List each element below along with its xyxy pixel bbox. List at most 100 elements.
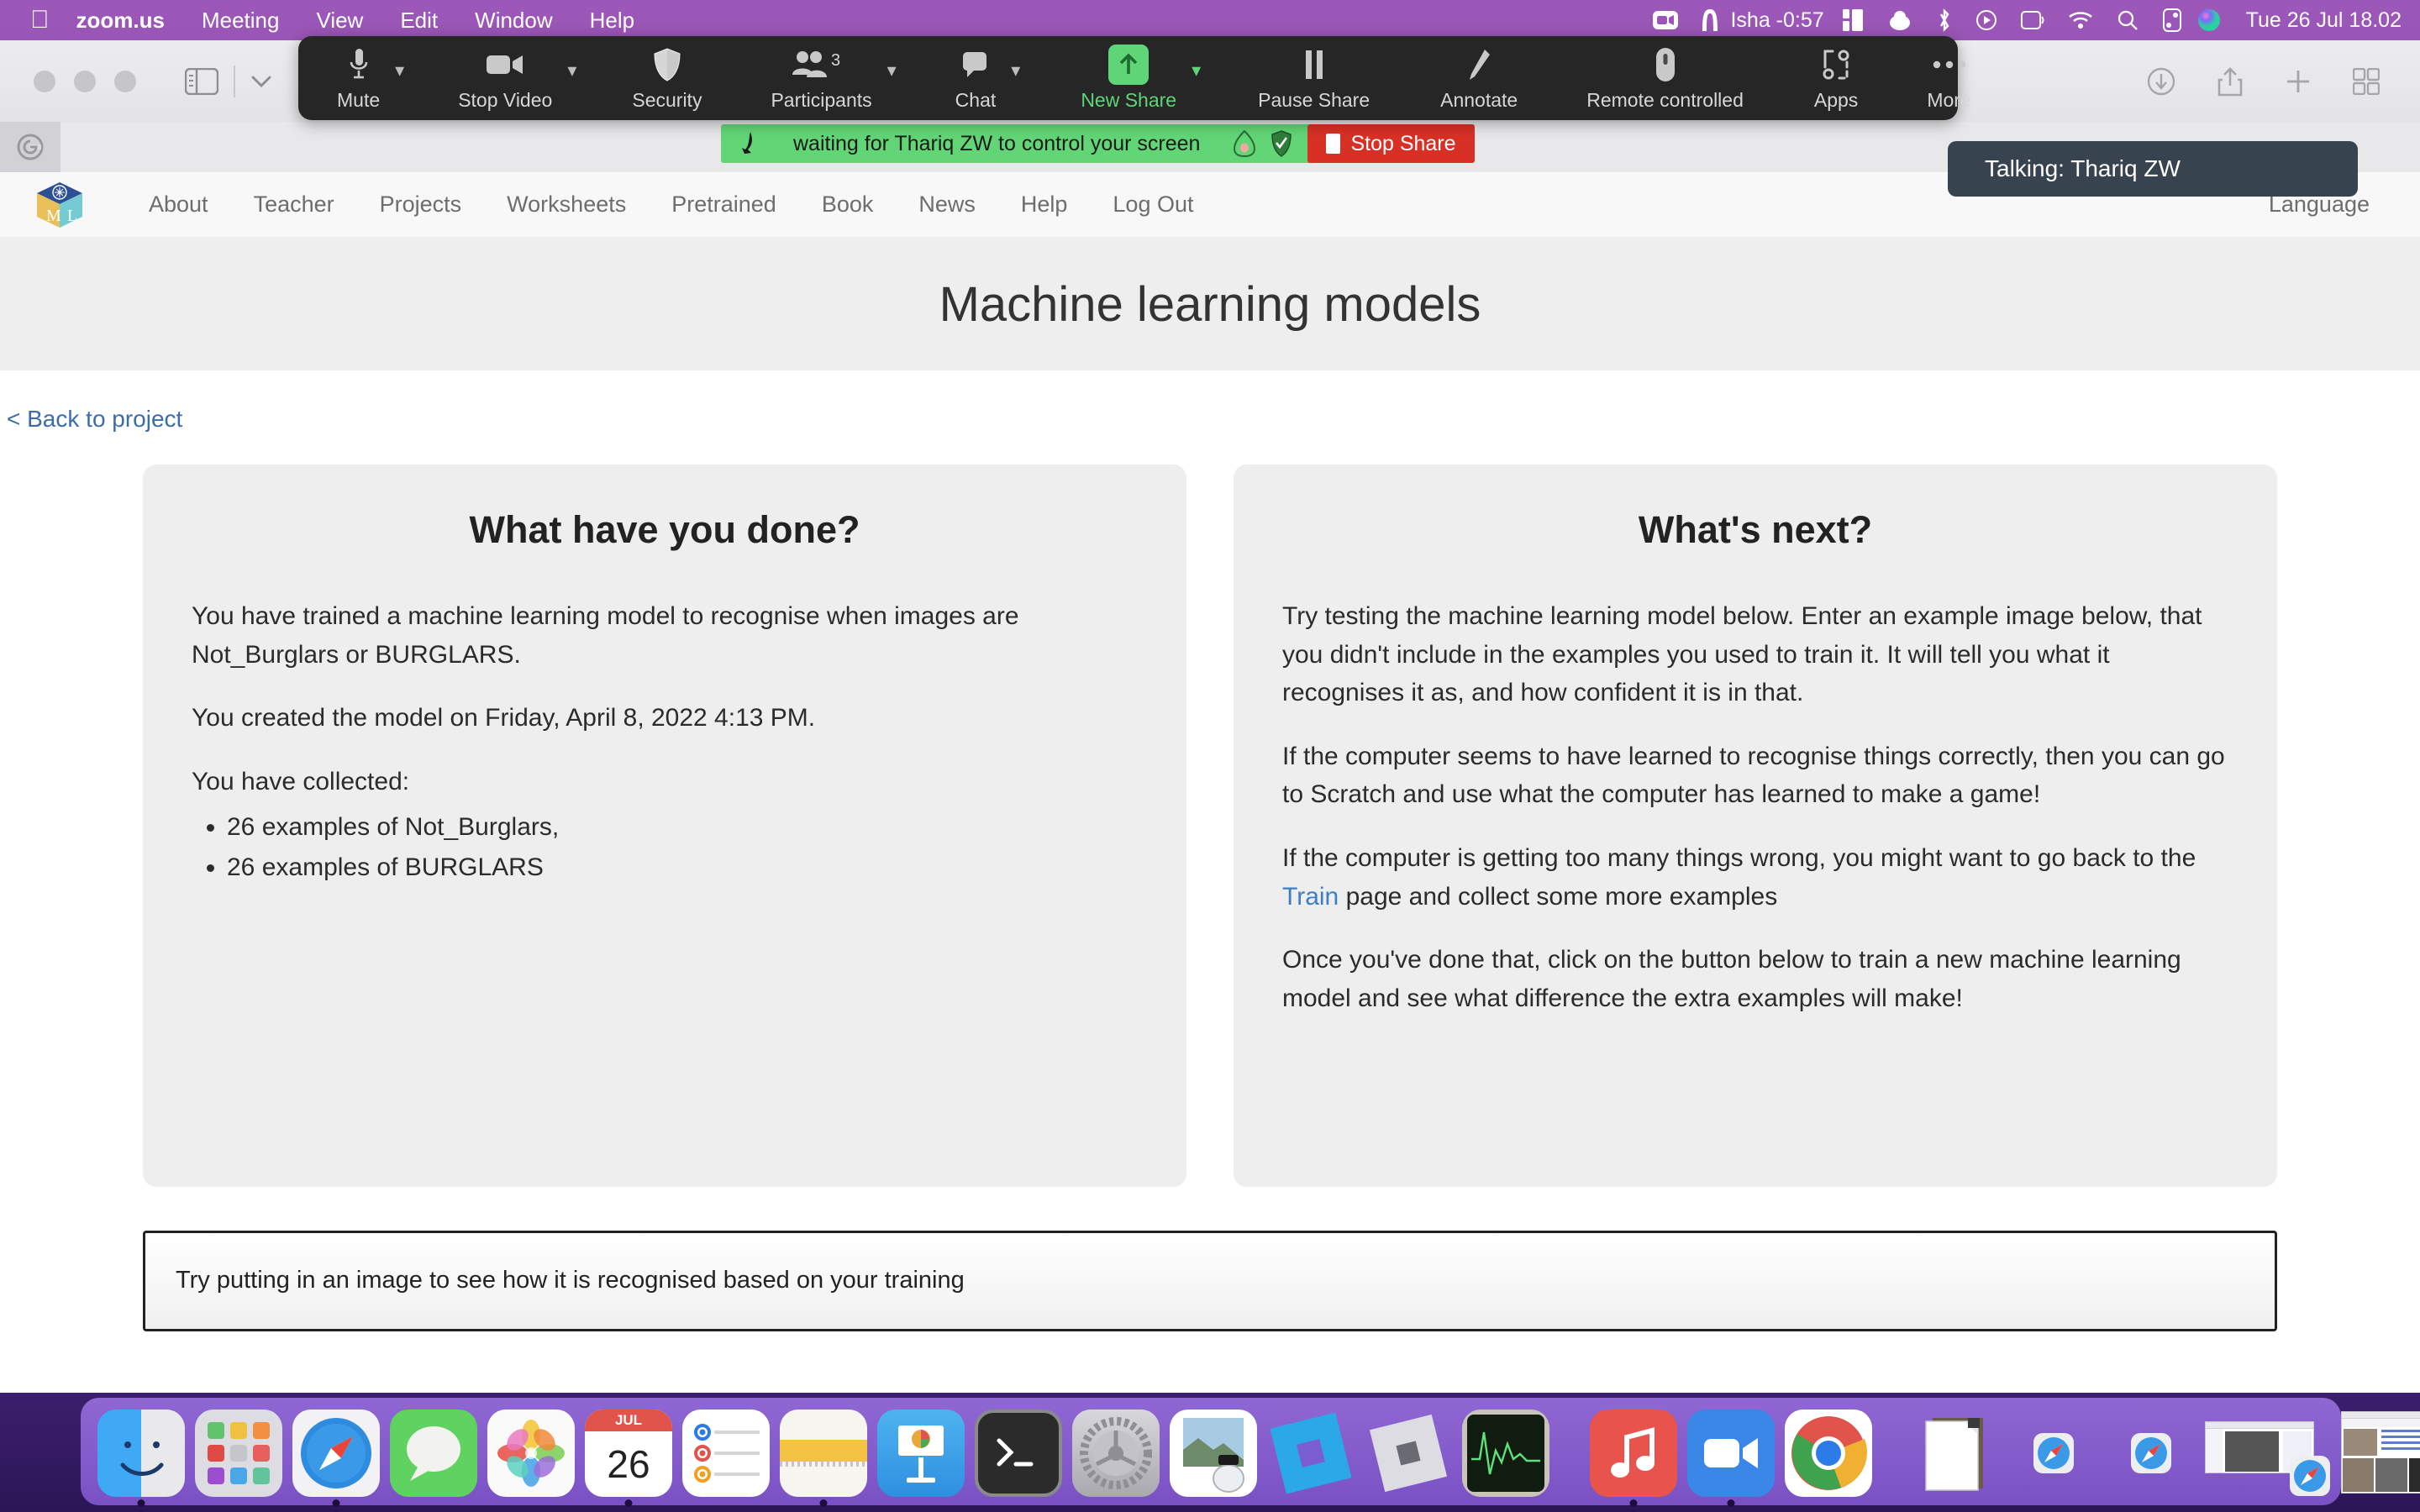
dock-item-safari[interactable] (292, 1410, 380, 1507)
window-traffic-lights[interactable] (0, 70, 136, 92)
sidebar-toggle-icon[interactable] (185, 67, 218, 95)
participants-icon: 3 (792, 45, 852, 84)
zoom-mute-button[interactable]: Mute (329, 36, 388, 120)
dock-item-system-preferences[interactable] (1072, 1410, 1160, 1497)
dock-item-safari-window-2[interactable] (2107, 1410, 2195, 1497)
zoom-stop-video-button[interactable]: Stop Video (450, 36, 560, 120)
nav-item-about[interactable]: About (126, 192, 231, 218)
apple-logo-icon[interactable]:  (22, 0, 58, 40)
dock-item-music[interactable] (1590, 1410, 1677, 1507)
close-window-button[interactable] (34, 70, 55, 92)
dock-item-terminal[interactable] (975, 1410, 1062, 1497)
maximize-window-button[interactable] (114, 70, 136, 92)
menu-item-zoom-us[interactable]: zoom.us (58, 0, 183, 40)
zoom-button-label: Annotate (1440, 88, 1518, 111)
model-test-panel[interactable]: Try putting in an image to see how it is… (143, 1231, 2277, 1331)
stage-manager-icon[interactable] (1831, 9, 1875, 31)
menu-item-window[interactable]: Window (456, 0, 571, 40)
card-paragraph: If the computer seems to have learned to… (1282, 742, 2225, 809)
chevron-down-icon[interactable]: ▾ (1192, 60, 1201, 81)
chevron-down-icon[interactable]: ▾ (887, 60, 897, 81)
mouse-icon (1655, 45, 1676, 84)
nav-item-news[interactable]: News (896, 192, 998, 218)
zoom-more-button[interactable]: More (1918, 36, 1979, 120)
zoom-apps-button[interactable]: Apps (1806, 36, 1866, 120)
ml-for-kids-cube-logo[interactable]: M L (34, 179, 86, 231)
shield-check-icon[interactable] (1264, 130, 1299, 157)
nav-item-book[interactable]: Book (799, 192, 897, 218)
wifi-icon[interactable] (2056, 11, 2105, 29)
zoom-apps-group: Apps (1806, 36, 1866, 120)
menu-item-view[interactable]: View (297, 0, 381, 40)
back-to-project-link[interactable]: < Back to project (7, 406, 182, 432)
tab-overview-icon[interactable] (2353, 67, 2380, 95)
now-playing-icon[interactable] (1964, 9, 2009, 31)
menu-item-help[interactable]: Help (571, 0, 653, 40)
dock-item-notes[interactable] (780, 1410, 867, 1507)
dock-item-activity-monitor[interactable] (1462, 1410, 1549, 1497)
card-what-have-you-done: What have you done? You have trained a m… (143, 465, 1186, 1187)
zoom-pause-share-group: Pause Share (1249, 36, 1378, 120)
dock-item-launchpad[interactable] (195, 1410, 282, 1497)
nav-item-projects[interactable]: Projects (357, 192, 485, 218)
dock-item-document-stack[interactable] (1912, 1410, 2000, 1497)
dock-item-reminders[interactable] (682, 1410, 770, 1497)
zoom-participants-button[interactable]: 3 Participants (762, 36, 880, 120)
cloud-icon[interactable] (1875, 10, 1925, 30)
zoom-remote-controlled-button[interactable]: Remote controlled (1578, 36, 1752, 120)
dock-item-calendar[interactable]: JUL 26 (585, 1410, 672, 1507)
chevron-down-icon[interactable]: ▾ (1011, 60, 1020, 81)
zoom-video-icon[interactable] (1641, 11, 1690, 29)
dock-item-messages[interactable] (390, 1410, 477, 1497)
chevron-down-icon[interactable]: ▾ (567, 60, 576, 81)
chevron-down-icon[interactable]: ▾ (395, 60, 404, 81)
nav-item-worksheets[interactable]: Worksheets (484, 192, 649, 218)
search-icon[interactable] (2105, 9, 2150, 31)
dock-item-finder[interactable] (97, 1410, 185, 1507)
downloads-icon[interactable] (2146, 66, 2176, 97)
share-icon[interactable] (2217, 66, 2244, 97)
screen-mirroring-icon[interactable] (2009, 10, 2056, 30)
chevron-down-icon[interactable] (250, 74, 272, 89)
zoom-security-button[interactable]: Security (623, 36, 710, 120)
control-center-icon[interactable] (2150, 8, 2194, 32)
card-paragraph: You have collected: (192, 767, 410, 795)
zoom-button-label: Apps (1813, 88, 1859, 111)
zoom-new-share-button[interactable]: New Share (1072, 36, 1185, 120)
zoom-chat-button[interactable]: Chat (947, 36, 1005, 120)
minimize-window-button[interactable] (74, 70, 96, 92)
focus-arch-icon[interactable] (1690, 8, 1730, 32)
google-favicon[interactable] (0, 122, 60, 172)
dock-item-safari-window-1[interactable] (2010, 1410, 2097, 1497)
running-indicator-dot (1727, 1499, 1735, 1507)
train-page-link[interactable]: Train (1282, 883, 1339, 911)
siri-icon[interactable] (2194, 8, 2233, 32)
menu-bar-clock[interactable]: Tue 26 Jul 18.02 (2233, 8, 2402, 33)
remote-cursor-icon (733, 131, 765, 156)
pencil-icon (1466, 45, 1491, 84)
meeting-timer-label: Isha -0:57 (1730, 8, 1824, 32)
dock-item-image-capture[interactable] (1170, 1410, 1257, 1497)
dock-item-zoom[interactable] (1687, 1410, 1775, 1507)
dock-item-roblox[interactable] (1365, 1410, 1452, 1497)
nav-item-log-out[interactable]: Log Out (1090, 192, 1216, 218)
stop-share-button[interactable]: Stop Share (1307, 124, 1475, 163)
bluetooth-icon[interactable] (1925, 8, 1964, 32)
nav-item-pretrained[interactable]: Pretrained (649, 192, 799, 218)
menu-item-edit[interactable]: Edit (381, 0, 456, 40)
svg-text:L: L (67, 207, 77, 225)
plus-icon[interactable] (2284, 67, 2312, 96)
dock-item-roblox-studio[interactable] (1267, 1410, 1355, 1497)
dock-item-chrome[interactable] (1785, 1410, 1872, 1497)
dock-item-keynote[interactable] (877, 1410, 965, 1497)
zoom-annotate-button[interactable]: Annotate (1432, 36, 1526, 120)
avocado-icon[interactable] (1225, 129, 1264, 158)
menu-item-meeting[interactable]: Meeting (183, 0, 298, 40)
zoom-pause-share-button[interactable]: Pause Share (1249, 36, 1378, 120)
nav-item-help[interactable]: Help (998, 192, 1091, 218)
dock-item-safari-window-3[interactable] (2205, 1410, 2331, 1497)
nav-item-teacher[interactable]: Teacher (231, 192, 357, 218)
dock-item-photos[interactable] (487, 1410, 575, 1497)
dock-item-safari-window-4[interactable] (2341, 1410, 2420, 1497)
zoom-participants-group: 3 Participants ▾ (762, 36, 897, 120)
